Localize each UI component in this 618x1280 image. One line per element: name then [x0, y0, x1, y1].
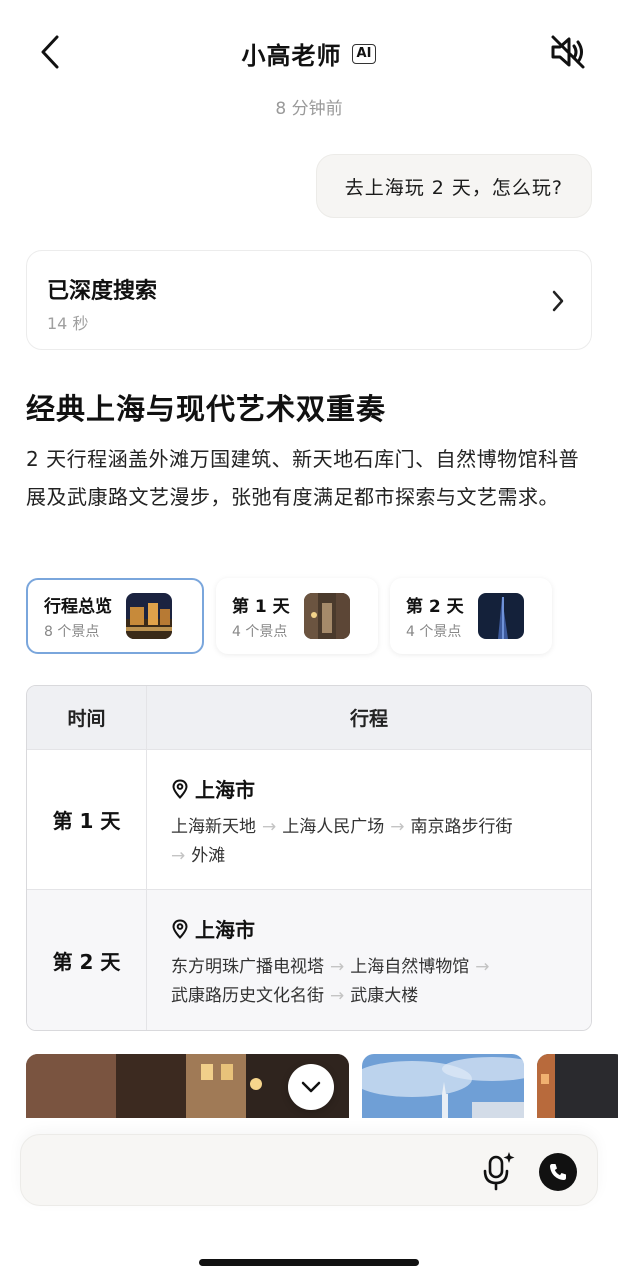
- title-group: 小高老师 AI: [0, 36, 618, 71]
- stop[interactable]: 上海新天地: [171, 817, 256, 837]
- arrow-right-icon: →: [262, 817, 277, 837]
- stop[interactable]: 上海人民广场: [282, 817, 384, 837]
- phone-call-button[interactable]: [539, 1153, 577, 1191]
- mute-button[interactable]: [548, 32, 588, 72]
- table-row: 第 1 天 上海市 上海新天地 → 上海人民广场 → 南京路步行街 → 外滩: [27, 750, 591, 890]
- deep-search-duration: 14 秒: [47, 314, 89, 333]
- arrow-right-icon: →: [171, 846, 186, 866]
- stop[interactable]: 上海自然博物馆: [350, 957, 469, 977]
- message-input-bar: [20, 1134, 598, 1206]
- attraction-photo[interactable]: [362, 1054, 524, 1118]
- tab-count: 4 个景点: [232, 623, 288, 640]
- tab-day-2[interactable]: 第 2 天 4 个景点: [390, 578, 552, 654]
- speaker-muted-icon: [551, 35, 585, 69]
- top-bar: 小高老师 AI: [0, 0, 618, 100]
- location-pin-icon: [172, 778, 188, 799]
- stop[interactable]: 东方明珠广播电视塔: [171, 957, 324, 977]
- city-label: 上海市: [171, 774, 567, 803]
- message-input[interactable]: [41, 1151, 471, 1191]
- table-row: 第 2 天 上海市 东方明珠广播电视塔 → 上海自然博物馆 → 武康路历史文化名街 → 武康…: [27, 890, 591, 1030]
- tab-label: 第 1 天: [232, 596, 290, 617]
- city-name: 上海市: [195, 778, 255, 802]
- tab-count: 4 个景点: [406, 623, 462, 640]
- itinerary-table: 时间 行程 第 1 天 上海市 上海新天地 → 上海人民广场 → 南京路步行街 → 外滩 第…: [26, 685, 592, 1031]
- chevron-right-icon: [552, 290, 564, 312]
- deep-search-title: 已深度搜索: [47, 279, 158, 304]
- city-label: 上海市: [171, 914, 567, 943]
- day-label: 第 2 天: [27, 890, 147, 1030]
- city-name: 上海市: [195, 918, 255, 942]
- location-pin-icon: [172, 918, 188, 939]
- column-header-plan: 行程: [349, 708, 388, 730]
- answer-title: 经典上海与现代艺术双重奏: [26, 392, 387, 426]
- arrow-right-icon: →: [475, 957, 490, 977]
- itinerary-tabs: 行程总览 8 个景点 第 1 天 4 个景点 第 2 天 4 个景点: [26, 578, 552, 654]
- tab-thumbnail: [477, 593, 524, 639]
- route-stops: 上海新天地 → 上海人民广场 → 南京路步行街 → 外滩: [171, 813, 567, 871]
- tab-label: 行程总览: [44, 596, 112, 617]
- chevron-down-icon: [301, 1081, 321, 1093]
- page-title: 小高老师: [241, 42, 342, 70]
- arrow-right-icon: →: [330, 986, 345, 1006]
- route-stops: 东方明珠广播电视塔 → 上海自然博物馆 → 武康路历史文化名街 → 武康大楼: [171, 953, 567, 1011]
- tab-count: 8 个景点: [44, 623, 100, 640]
- tab-thumbnail: [126, 593, 172, 639]
- answer-description: 2 天行程涵盖外滩万国建筑、新天地石库门、自然博物馆科普展及武康路文艺漫步，张弛…: [26, 447, 580, 509]
- stop[interactable]: 武康路历史文化名街: [171, 986, 324, 1006]
- voice-input-button[interactable]: [476, 1149, 520, 1193]
- deep-search-card[interactable]: 已深度搜索 14 秒: [26, 250, 592, 350]
- attraction-photo[interactable]: [537, 1054, 618, 1118]
- stop[interactable]: 南京路步行街: [411, 817, 513, 837]
- day-label: 第 1 天: [27, 750, 147, 889]
- tab-day-1[interactable]: 第 1 天 4 个景点: [216, 578, 378, 654]
- expand-button[interactable]: [288, 1064, 334, 1110]
- stop[interactable]: 武康大楼: [350, 986, 418, 1006]
- tab-overview[interactable]: 行程总览 8 个景点: [26, 578, 204, 654]
- ai-badge: AI: [351, 43, 377, 64]
- arrow-right-icon: →: [390, 817, 405, 837]
- user-message-bubble[interactable]: 去上海玩 2 天，怎么玩?: [315, 154, 592, 218]
- arrow-right-icon: →: [330, 957, 345, 977]
- home-indicator[interactable]: [199, 1259, 419, 1266]
- table-header: 时间 行程: [27, 686, 591, 750]
- column-header-time: 时间: [67, 708, 106, 730]
- message-timestamp: 8 分钟前: [275, 99, 343, 119]
- tab-thumbnail: [303, 593, 350, 639]
- stop[interactable]: 外滩: [191, 846, 225, 866]
- tab-label: 第 2 天: [406, 596, 464, 617]
- microphone-sparkle-icon: [483, 1152, 515, 1191]
- phone-icon: [550, 1164, 566, 1180]
